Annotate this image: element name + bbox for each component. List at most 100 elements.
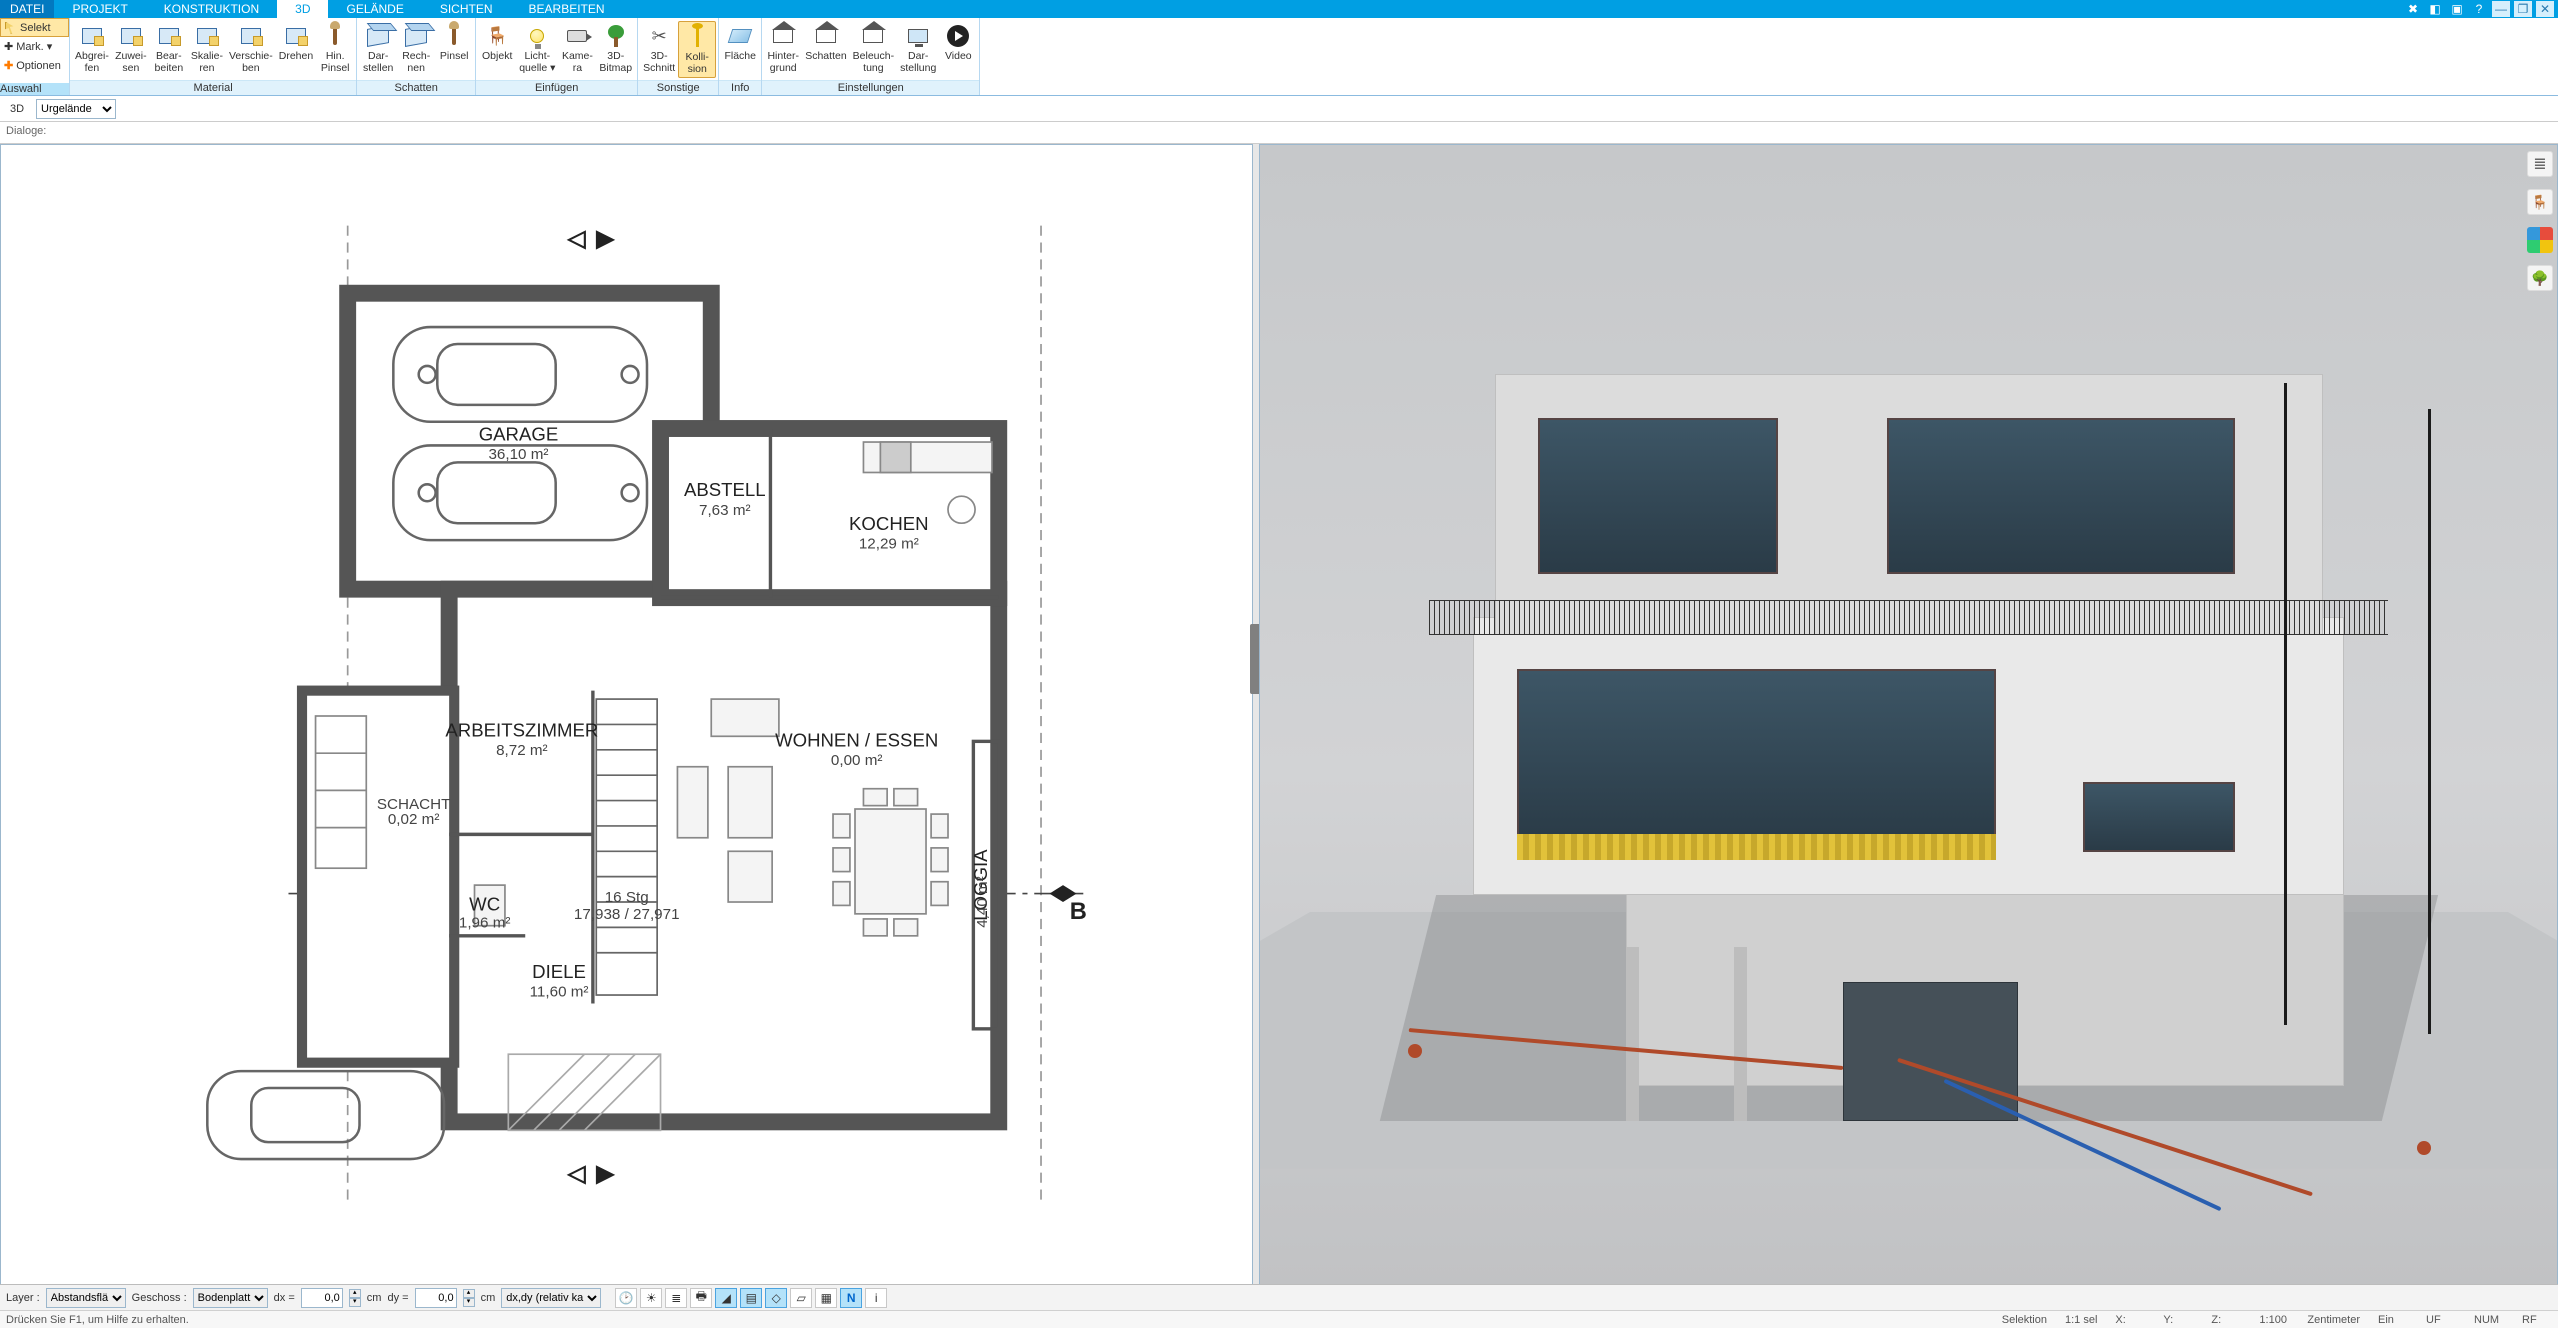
house-icon — [773, 29, 793, 43]
svg-text:0,02 m²: 0,02 m² — [388, 811, 440, 828]
menu-views[interactable]: SICHTEN — [422, 0, 511, 18]
svg-text:GARAGE: GARAGE — [479, 423, 559, 444]
tool-video[interactable]: Video — [939, 21, 977, 65]
svg-text:12,29 m²: 12,29 m² — [859, 536, 919, 553]
side-tree-icon[interactable] — [2527, 265, 2553, 291]
close-icon[interactable]: ✕ — [2536, 1, 2554, 17]
mode-label: 3D — [4, 103, 30, 115]
icon-snap4[interactable]: ▱ — [790, 1288, 812, 1308]
select-label: Selekt — [20, 22, 51, 34]
bottom-toolbar: Layer : Abstandsflä Geschoss : Bodenplat… — [0, 1284, 2558, 1310]
status-x: X: — [2115, 1314, 2145, 1326]
tool-objekt[interactable]: 🪑Objekt — [478, 21, 516, 65]
tool-icon-2[interactable]: ◧ — [2426, 1, 2444, 17]
group-auswahl-label: Auswahl — [0, 83, 69, 95]
menu-construction[interactable]: KONSTRUKTION — [146, 0, 277, 18]
icon-snap2[interactable]: ▤ — [740, 1288, 762, 1308]
dy-input[interactable] — [415, 1288, 457, 1308]
select-mode[interactable]: Selekt — [0, 18, 69, 37]
view-dropdown[interactable]: Urgelände — [36, 99, 116, 119]
help-icon[interactable]: ? — [2470, 1, 2488, 17]
menu-file[interactable]: DATEI — [0, 0, 54, 18]
tool-bearbeiten[interactable]: Bear-beiten — [150, 21, 188, 76]
icon-sun[interactable]: ☀ — [640, 1288, 662, 1308]
options-mode[interactable]: ✚ Optionen — [0, 56, 69, 75]
svg-text:▶: ▶ — [595, 1161, 616, 1187]
scissors-icon: ✂ — [646, 23, 672, 49]
tool-darstellen[interactable]: Dar-stellen — [359, 21, 397, 76]
side-panel — [2527, 151, 2553, 291]
plus-icon: ✚ — [4, 59, 13, 72]
tool-hin-pinsel[interactable]: Hin.Pinsel — [316, 21, 354, 76]
svg-text:KOCHEN: KOCHEN — [849, 513, 929, 534]
svg-text:WOHNEN / ESSEN: WOHNEN / ESSEN — [775, 729, 938, 750]
tool-hintergrund[interactable]: Hinter-grund — [764, 21, 802, 76]
side-layers-icon[interactable] — [2527, 151, 2553, 177]
status-selection: Selektion — [2002, 1314, 2047, 1326]
tool-zuweisen[interactable]: Zuwei-sen — [112, 21, 150, 76]
icon-snap1[interactable]: ◢ — [715, 1288, 737, 1308]
dy-down[interactable]: ▾ — [463, 1298, 475, 1307]
bulb-icon — [530, 29, 544, 43]
tool-kollision[interactable]: Kolli-sion — [678, 21, 716, 78]
status-bar: Drücken Sie F1, um Hilfe zu erhalten. Se… — [0, 1310, 2558, 1328]
brush-icon — [452, 27, 456, 45]
dx-unit: cm — [367, 1292, 382, 1304]
surface-icon — [728, 29, 753, 43]
tool-kamera[interactable]: Kame-ra — [558, 21, 596, 76]
icon-layers[interactable]: ≣ — [665, 1288, 687, 1308]
tool-3d-schnitt[interactable]: ✂3D-Schnitt — [640, 21, 678, 76]
tool-skalieren[interactable]: Skalie-ren — [188, 21, 226, 76]
tool-abgreifen[interactable]: Abgrei-fen — [72, 21, 112, 76]
dx-input[interactable] — [301, 1288, 343, 1308]
tool-icon-3[interactable]: ▣ — [2448, 1, 2466, 17]
tool-pinsel[interactable]: Pinsel — [435, 21, 473, 65]
icon-grid[interactable]: ▦ — [815, 1288, 837, 1308]
viewport-3d[interactable] — [1259, 144, 2558, 1288]
menu-project[interactable]: PROJEKT — [54, 0, 145, 18]
play-icon — [947, 25, 969, 47]
ribbon: Selekt ✚ Mark. ▾ ✚ Optionen Auswahl Abgr… — [0, 18, 2558, 96]
cursor-icon — [5, 22, 17, 34]
tool-icon-1[interactable]: ✖ — [2404, 1, 2422, 17]
chevron-down-icon: ▾ — [47, 40, 53, 53]
tool-lichtquelle[interactable]: Licht-quelle ▾ — [516, 21, 558, 76]
status-help: Drücken Sie F1, um Hilfe zu erhalten. — [6, 1314, 189, 1326]
tool-beleuchtung[interactable]: Beleuch-tung — [850, 21, 897, 76]
viewport-2d[interactable]: ◁▶ ◁▶ B B — [0, 144, 1253, 1288]
workspace: ◁▶ ◁▶ B B — [0, 144, 2558, 1288]
minimize-icon[interactable]: — — [2492, 1, 2510, 17]
tool-drehen[interactable]: Drehen — [276, 21, 316, 65]
tool-verschieben[interactable]: Verschie-ben — [226, 21, 276, 76]
tool-flaeche[interactable]: Fläche — [721, 21, 759, 65]
restore-icon[interactable]: ❐ — [2514, 1, 2532, 17]
side-palette-icon[interactable] — [2527, 227, 2553, 253]
tool-schatten-setting[interactable]: Schatten — [802, 21, 849, 65]
dx-up[interactable]: ▴ — [349, 1289, 361, 1298]
icon-clock[interactable]: 🕑 — [615, 1288, 637, 1308]
icon-print[interactable]: 🖶 — [690, 1288, 712, 1308]
group-einfuegen: 🪑Objekt Licht-quelle ▾ Kame-ra 3D-Bitmap… — [476, 18, 638, 95]
coord-mode-select[interactable]: dx,dy (relativ ka — [501, 1288, 601, 1308]
menu-terrain[interactable]: GELÄNDE — [328, 0, 421, 18]
svg-text:1,96 m²: 1,96 m² — [459, 914, 511, 931]
icon-snap3[interactable]: ◇ — [765, 1288, 787, 1308]
icon-n[interactable]: N — [840, 1288, 862, 1308]
dx-down[interactable]: ▾ — [349, 1298, 361, 1307]
layer-select[interactable]: Abstandsflä — [46, 1288, 126, 1308]
sub-toolbar: 3D Urgelände — [0, 96, 2558, 122]
geschoss-select[interactable]: Bodenplatt — [193, 1288, 268, 1308]
tool-darstellung[interactable]: Dar-stellung — [897, 21, 939, 76]
status-num: NUM — [2474, 1314, 2504, 1326]
mark-mode[interactable]: ✚ Mark. ▾ — [0, 37, 69, 56]
chair-icon: 🪑 — [484, 23, 510, 49]
tool-rechnen[interactable]: Rech-nen — [397, 21, 435, 76]
side-furniture-icon[interactable] — [2527, 189, 2553, 215]
menu-3d[interactable]: 3D — [277, 0, 328, 18]
layer-label: Layer : — [6, 1292, 40, 1304]
dy-up[interactable]: ▴ — [463, 1289, 475, 1298]
mark-icon: ✚ — [4, 40, 13, 53]
menu-edit[interactable]: BEARBEITEN — [511, 0, 623, 18]
tool-3d-bitmap[interactable]: 3D-Bitmap — [596, 21, 635, 76]
icon-info[interactable]: i — [865, 1288, 887, 1308]
